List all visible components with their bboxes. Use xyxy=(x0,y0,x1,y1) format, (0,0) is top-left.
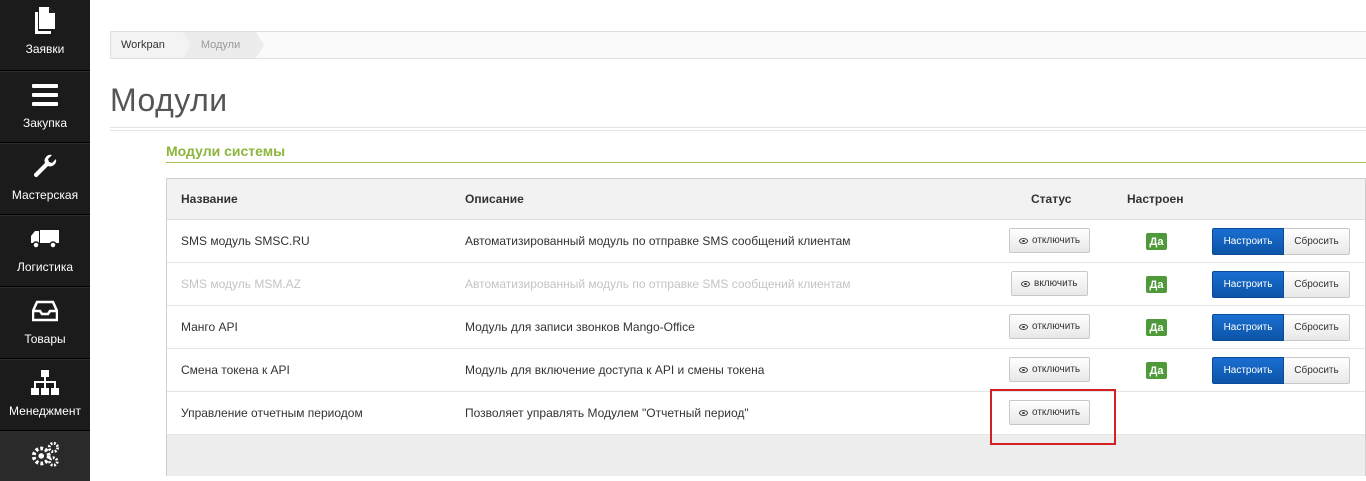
reset-button[interactable]: Сбросить xyxy=(1284,357,1350,384)
table-row: Смена токена к API Модуль для включение … xyxy=(167,349,1365,392)
menu-bars-icon xyxy=(30,80,60,110)
module-description: Модуль для включение доступа к API и сме… xyxy=(465,363,765,377)
configure-button[interactable]: Настроить xyxy=(1212,271,1284,298)
module-name: Смена токена к API xyxy=(181,363,290,377)
toggle-label: отключить xyxy=(1032,235,1081,246)
main-content: Workpan Модули Модули Модули системы Наз… xyxy=(90,0,1366,481)
highlight-box xyxy=(990,389,1116,445)
action-buttons: Настроить Сбросить xyxy=(1212,271,1350,298)
module-description: Автоматизированный модуль по отправке SM… xyxy=(465,277,851,291)
configured-badge: Да xyxy=(1146,276,1167,293)
module-description: Автоматизированный модуль по отправке SM… xyxy=(465,234,851,248)
gears-icon xyxy=(30,440,60,470)
module-name: Манго API xyxy=(181,320,238,334)
action-buttons: Настроить Сбросить xyxy=(1212,357,1350,384)
table-row: SMS модуль SMSC.RU Автоматизированный мо… xyxy=(167,220,1365,263)
breadcrumb: Workpan Модули xyxy=(110,31,1366,59)
table-row: Манго API Модуль для записи звонков Mang… xyxy=(167,306,1365,349)
module-name: SMS модуль MSM.AZ xyxy=(181,277,301,291)
table-header: Название Описание Статус Настроен xyxy=(167,179,1365,220)
reset-button[interactable]: Сбросить xyxy=(1284,314,1350,341)
sidebar-item-settings[interactable] xyxy=(0,431,90,481)
configure-button[interactable]: Настроить xyxy=(1212,314,1284,341)
eye-icon xyxy=(1019,323,1028,330)
sidebar-item-label: Закупка xyxy=(23,116,67,130)
inbox-icon xyxy=(30,296,60,326)
wrench-icon xyxy=(30,152,60,182)
sidebar-item-label: Менеджмент xyxy=(9,404,81,418)
documents-icon xyxy=(30,6,60,36)
breadcrumb-item-current: Модули xyxy=(182,32,265,58)
reset-button[interactable]: Сбросить xyxy=(1284,228,1350,255)
section-divider xyxy=(166,162,1366,163)
module-name: Управление отчетным периодом xyxy=(181,406,363,420)
eye-icon xyxy=(1019,237,1028,244)
enable-button[interactable]: включить xyxy=(1011,271,1088,296)
configured-badge: Да xyxy=(1146,362,1167,379)
sidebar-item-management[interactable]: Менеджмент xyxy=(0,359,90,431)
truck-icon xyxy=(30,224,60,254)
eye-icon xyxy=(1021,280,1030,287)
table-footer xyxy=(167,435,1365,476)
toggle-label: отключить xyxy=(1032,321,1081,332)
configure-button[interactable]: Настроить xyxy=(1212,357,1284,384)
module-description: Позволяет управлять Модулем "Отчетный пе… xyxy=(465,406,749,420)
disable-button[interactable]: отключить xyxy=(1009,314,1091,339)
sidebar-item-label: Товары xyxy=(24,332,66,346)
eye-icon xyxy=(1019,366,1028,373)
sidebar-item-label: Логистика xyxy=(16,260,73,274)
configured-badge: Да xyxy=(1146,319,1167,336)
title-divider xyxy=(110,127,1366,131)
modules-table: Название Описание Статус Настроен SMS мо… xyxy=(166,178,1366,476)
sidebar-item-goods[interactable]: Товары xyxy=(0,287,90,359)
action-buttons: Настроить Сбросить xyxy=(1212,314,1350,341)
configure-button[interactable]: Настроить xyxy=(1212,228,1284,255)
reset-button[interactable]: Сбросить xyxy=(1284,271,1350,298)
breadcrumb-item-home[interactable]: Workpan xyxy=(111,32,191,58)
section-title: Модули системы xyxy=(166,143,286,159)
page-title: Модули xyxy=(110,82,228,118)
module-name: SMS модуль SMSC.RU xyxy=(181,234,310,248)
table-row: Управление отчетным периодом Позволяет у… xyxy=(167,392,1365,435)
sidebar-item-orders[interactable]: Заявки xyxy=(0,0,90,71)
sidebar-item-purchase[interactable]: Закупка xyxy=(0,71,90,143)
action-buttons: Настроить Сбросить xyxy=(1212,228,1350,255)
column-header-configured: Настроен xyxy=(1127,192,1184,206)
sidebar-item-label: Заявки xyxy=(25,42,65,56)
column-header-name: Название xyxy=(181,192,238,206)
column-header-description: Описание xyxy=(465,192,524,206)
sidebar-item-logistics[interactable]: Логистика xyxy=(0,215,90,287)
sidebar: Заявки Закупка Мастерская Логистика Това… xyxy=(0,0,90,481)
module-description: Модуль для записи звонков Mango-Office xyxy=(465,320,695,334)
org-chart-icon xyxy=(30,368,60,398)
table-row: SMS модуль MSM.AZ Автоматизированный мод… xyxy=(167,263,1365,306)
sidebar-item-workshop[interactable]: Мастерская xyxy=(0,143,90,215)
sidebar-item-label: Мастерская xyxy=(11,188,79,202)
disable-button[interactable]: отключить xyxy=(1009,228,1091,253)
disable-button[interactable]: отключить xyxy=(1009,357,1091,382)
column-header-status: Статус xyxy=(1031,192,1072,206)
toggle-label: отключить xyxy=(1032,364,1081,375)
configured-badge: Да xyxy=(1146,233,1167,250)
toggle-label: включить xyxy=(1034,278,1078,289)
